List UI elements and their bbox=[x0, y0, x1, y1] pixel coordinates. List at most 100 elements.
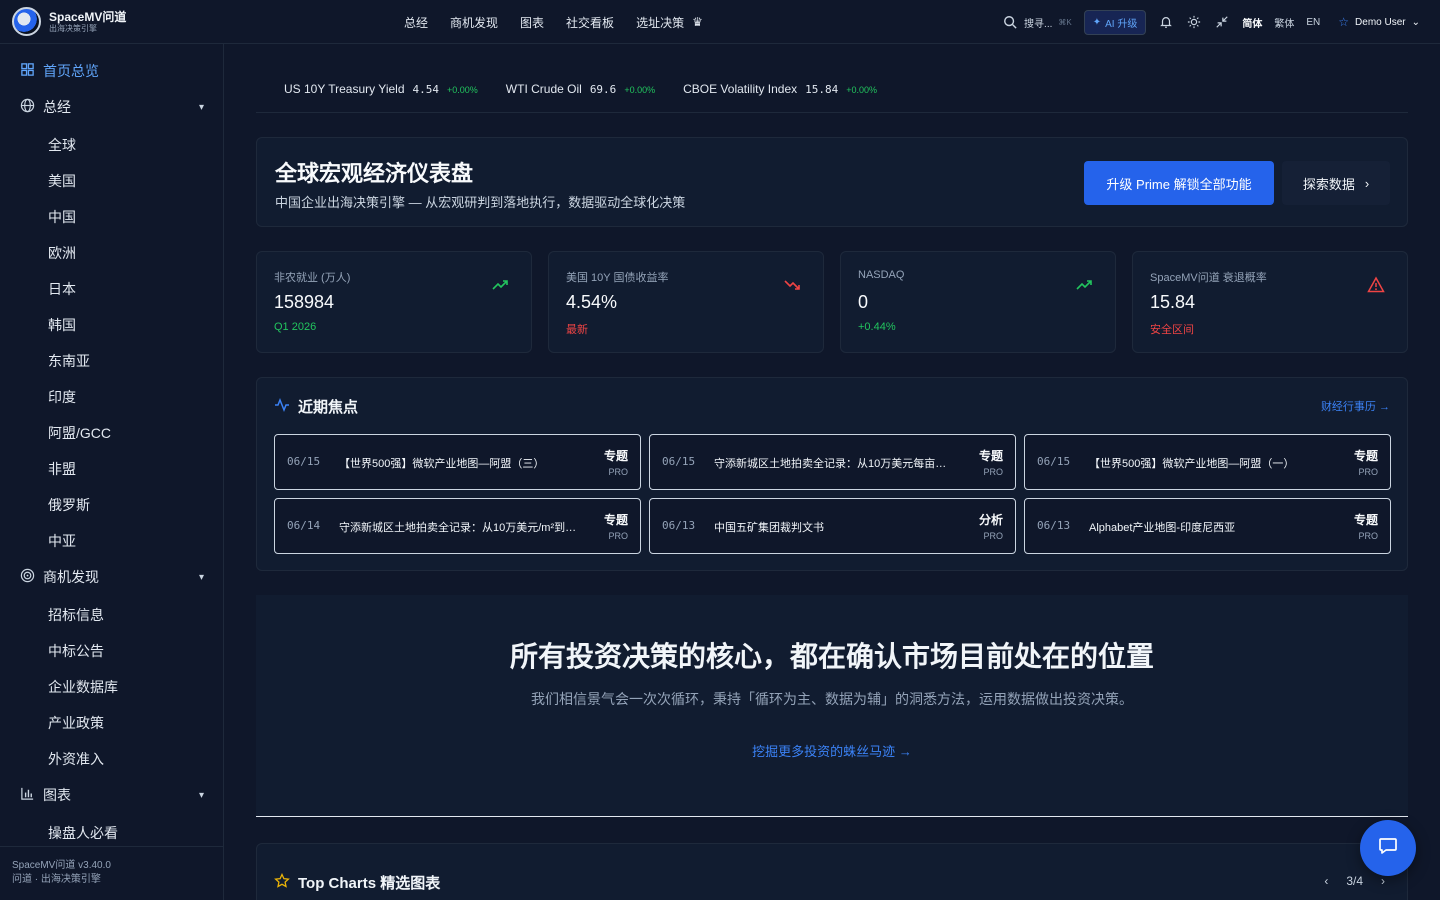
pro-badge: PRO bbox=[983, 531, 1003, 541]
arrow-right-icon: → bbox=[898, 744, 912, 759]
warning-icon bbox=[1367, 276, 1385, 294]
focus-date: 06/13 bbox=[1037, 519, 1071, 532]
target-icon bbox=[20, 568, 35, 586]
lang-traditional[interactable]: 繁体 bbox=[1274, 15, 1294, 30]
sidebar-group-charts[interactable]: 图表 ▾ bbox=[20, 785, 204, 805]
ticker-item[interactable]: US 10Y Treasury Yield 4.54 +0.00% bbox=[284, 82, 478, 96]
ticker-item[interactable]: CBOE Volatility Index 15.84 +0.00% bbox=[683, 82, 877, 96]
upgrade-prime-button[interactable]: 升级 Prime 解锁全部功能 bbox=[1084, 161, 1274, 205]
stat-value: 15.84 bbox=[1150, 292, 1196, 312]
user-menu[interactable]: ☆ Demo User ⌄ bbox=[1338, 15, 1420, 29]
globe-icon bbox=[20, 98, 35, 116]
focus-title: 守添新城区土地拍卖全记录：从10万美元/m²到100万美元 bbox=[339, 522, 579, 534]
star-icon: ☆ bbox=[1338, 15, 1350, 29]
bell-icon[interactable] bbox=[1158, 14, 1174, 30]
sidebar-item-label: 总经 bbox=[43, 99, 71, 115]
ticker-name: US 10Y Treasury Yield bbox=[284, 82, 405, 96]
top-charts-panel: Top Charts 精选图表 ‹ 3/4 › bbox=[256, 843, 1408, 900]
sidebar-item-industry-policy[interactable]: 产业政策 bbox=[48, 713, 104, 733]
sidebar-group-opportunity[interactable]: 商机发现 ▾ bbox=[20, 567, 204, 587]
sidebar-item-southeast-asia[interactable]: 东南亚 bbox=[48, 351, 90, 371]
focus-card[interactable]: 06/13 Alphabet产业地图-印度尼西亚 专题 PRO bbox=[1024, 498, 1391, 554]
chevron-left-icon[interactable]: ‹ bbox=[1324, 874, 1328, 888]
activity-icon bbox=[274, 397, 290, 417]
nav-site-selection[interactable]: 选址决策 bbox=[636, 14, 684, 31]
focus-kind: 专题 bbox=[603, 449, 628, 463]
stat-note: 安全区间 bbox=[1150, 324, 1194, 336]
ticker-value: 69.6 bbox=[589, 83, 617, 96]
philosophy-banner: 所有投资决策的核心，都在确认市场目前处在的位置 我们相信景气会一次次循环，秉持「… bbox=[256, 595, 1408, 817]
sidebar-item-african-union[interactable]: 非盟 bbox=[48, 459, 76, 479]
section-title: Top Charts 精选图表 bbox=[274, 872, 440, 893]
star-icon bbox=[274, 872, 290, 893]
brand-subtitle: 出海决策引擎 bbox=[49, 23, 97, 33]
stat-note: +0.44% bbox=[858, 321, 896, 333]
banner-link[interactable]: 挖掘更多投资的蛛丝马迹 → bbox=[256, 741, 1408, 760]
focus-card[interactable]: 06/15 守添新城区土地拍卖全记录：从10万美元每亩到100万美元 专题 PR… bbox=[649, 434, 1016, 490]
sidebar-item-japan[interactable]: 日本 bbox=[48, 279, 76, 299]
pro-badge: PRO bbox=[608, 467, 628, 477]
nav-charts[interactable]: 图表 bbox=[520, 14, 544, 31]
chevron-down-icon: ⌄ bbox=[1411, 16, 1420, 28]
sidebar-item-india[interactable]: 印度 bbox=[48, 387, 76, 407]
ai-upgrade-button[interactable]: ✦ AI 升级 bbox=[1083, 9, 1147, 35]
sidebar-item-korea[interactable]: 韩国 bbox=[48, 315, 76, 335]
stat-note: 最新 bbox=[566, 324, 588, 336]
focus-date: 06/15 bbox=[287, 455, 321, 468]
sidebar-item-foreign-access[interactable]: 外资准入 bbox=[48, 749, 104, 769]
sidebar-item-central-asia[interactable]: 中亚 bbox=[48, 531, 76, 551]
focus-card[interactable]: 06/13 中国五矿集团裁判文书 分析 PRO bbox=[649, 498, 1016, 554]
sidebar-item-company-db[interactable]: 企业数据库 bbox=[48, 677, 118, 697]
stat-card-nasdaq[interactable]: NASDAQ 0 +0.44% bbox=[840, 251, 1116, 353]
sidebar-item-global[interactable]: 全球 bbox=[48, 135, 76, 155]
brand-name: SpaceMV问道 bbox=[49, 9, 127, 24]
search-trigger[interactable]: 搜寻... ⌘K bbox=[1002, 14, 1072, 30]
user-name: Demo User bbox=[1355, 16, 1406, 28]
stat-card-nonfarm[interactable]: 非农就业 (万人) 158984 Q1 2026 bbox=[256, 251, 532, 353]
nav-social[interactable]: 社交看板 bbox=[566, 14, 614, 31]
lang-english[interactable]: EN bbox=[1306, 17, 1320, 28]
chevron-right-icon: › bbox=[1364, 175, 1370, 191]
brand[interactable]: SpaceMV问道 出海决策引擎 bbox=[0, 7, 224, 36]
sidebar-item-awards[interactable]: 中标公告 bbox=[48, 641, 104, 661]
focus-kind: 专题 bbox=[978, 449, 1003, 463]
ticker-value: 15.84 bbox=[805, 83, 839, 96]
page-indicator: 3/4 bbox=[1346, 874, 1363, 888]
ticker-item[interactable]: WTI Crude Oil 69.6 +0.00% bbox=[506, 82, 655, 96]
footer-tagline: 问道 · 出海决策引擎 bbox=[12, 874, 101, 885]
market-ticker: US 10Y Treasury Yield 4.54 +0.00% WTI Cr… bbox=[256, 66, 1408, 113]
sidebar-item-china[interactable]: 中国 bbox=[48, 207, 76, 227]
focus-title: 守添新城区土地拍卖全记录：从10万美元每亩到100万美元 bbox=[714, 458, 954, 470]
sidebar-group-macro[interactable]: 总经 ▾ bbox=[20, 97, 204, 117]
sidebar-item-russia[interactable]: 俄罗斯 bbox=[48, 495, 90, 515]
chat-button[interactable] bbox=[1360, 820, 1416, 876]
arrow-right-icon: → bbox=[1379, 401, 1390, 413]
focus-card[interactable]: 06/15 【世界500强】微软产业地图—阿盟（一） 专题 PRO bbox=[1024, 434, 1391, 490]
focus-card[interactable]: 06/14 守添新城区土地拍卖全记录：从10万美元/m²到100万美元 专题 P… bbox=[274, 498, 641, 554]
sidebar-item-home[interactable]: 首页总览 bbox=[20, 61, 99, 81]
focus-card[interactable]: 06/15 【世界500强】微软产业地图—阿盟（三） 专题 PRO bbox=[274, 434, 641, 490]
explore-data-label: 探索数据 bbox=[1302, 176, 1355, 192]
explore-data-button[interactable]: 探索数据 › bbox=[1282, 161, 1390, 205]
sun-icon[interactable] bbox=[1186, 14, 1202, 30]
focus-date: 06/15 bbox=[662, 455, 696, 468]
nav-macro[interactable]: 总经 bbox=[404, 14, 428, 31]
sidebar-item-label: 商机发现 bbox=[43, 569, 99, 585]
collapse-icon[interactable] bbox=[1214, 14, 1230, 30]
stat-card-recession[interactable]: SpaceMV问道 衰退概率 15.84 安全区间 bbox=[1132, 251, 1408, 353]
chevron-right-icon[interactable]: › bbox=[1381, 874, 1385, 888]
economic-calendar-link[interactable]: 财经行事历 → bbox=[1321, 398, 1390, 414]
stat-note: Q1 2026 bbox=[274, 321, 317, 333]
stat-card-treasury[interactable]: 美国 10Y 国债收益率 4.54% 最新 bbox=[548, 251, 824, 353]
hero-card: 全球宏观经济仪表盘 中国企业出海决策引擎 — 从宏观研判到落地执行，数据驱动全球… bbox=[256, 137, 1408, 227]
nav-opportunity[interactable]: 商机发现 bbox=[450, 14, 498, 31]
sidebar-item-europe[interactable]: 欧洲 bbox=[48, 243, 76, 263]
sidebar-item-trader-must-see[interactable]: 操盘人必看 bbox=[48, 823, 118, 843]
section-title: 近期焦点 bbox=[274, 396, 358, 417]
focus-kind: 分析 bbox=[978, 513, 1003, 527]
pro-badge: PRO bbox=[983, 467, 1003, 477]
sidebar-item-gcc[interactable]: 阿盟/GCC bbox=[48, 423, 111, 443]
sidebar-item-usa[interactable]: 美国 bbox=[48, 171, 76, 191]
sidebar-item-tenders[interactable]: 招标信息 bbox=[48, 605, 104, 625]
lang-simplified[interactable]: 简体 bbox=[1242, 15, 1262, 30]
